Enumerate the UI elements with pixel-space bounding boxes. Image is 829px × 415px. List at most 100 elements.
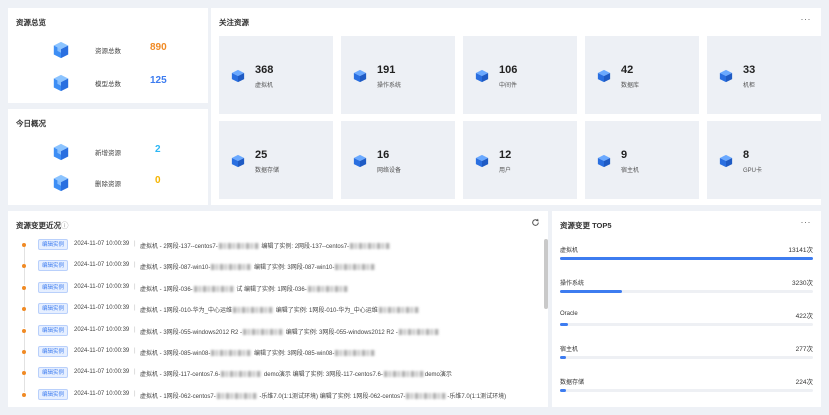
change-tag: 编辑实例: [38, 260, 69, 272]
changes-list: 编辑实例 2024-11-07 10:00:39 | 虚拟机 - 2网段-137--c…: [16, 235, 551, 415]
focus-card: 关注资源 ··· 368 虚拟机 191 操作系统 106 中间件 42 数据库…: [211, 8, 821, 205]
refresh-icon[interactable]: [531, 218, 540, 227]
separator: |: [134, 262, 136, 269]
change-text: 虚拟机 - 3网段-085-win08- 编辑了实例: 3网段-085-win0…: [140, 348, 376, 357]
cube-icon: [597, 154, 611, 168]
resource-count: 12: [499, 149, 512, 161]
top-item[interactable]: 数据存储 224次: [560, 373, 813, 405]
separator: |: [134, 390, 136, 397]
cube-icon: [231, 154, 245, 168]
top-item-track: [560, 389, 813, 392]
top-item-track: [560, 356, 813, 359]
cube-icon: [353, 154, 367, 168]
redacted: [243, 328, 284, 335]
top-item[interactable]: 宿主机 277次: [560, 340, 813, 372]
change-row[interactable]: 编辑实例 2024-11-07 10:00:39 | 虚拟机 - 2网段-137--c…: [16, 235, 551, 264]
change-suffix: demo演示: [424, 372, 452, 379]
cube-icon: [475, 69, 489, 83]
cube-icon: [353, 69, 367, 83]
top-item[interactable]: 操作系统 3230次: [560, 274, 813, 306]
redacted: [350, 243, 391, 249]
separator: |: [134, 347, 136, 354]
redacted: [211, 264, 252, 271]
scrollbar[interactable]: [544, 239, 548, 309]
separator: |: [134, 305, 136, 312]
top-item-track: [560, 323, 813, 326]
change-row[interactable]: 编辑实例 2024-11-07 10:00:39 | 虚拟机 - 3网段-087-wi…: [16, 256, 551, 286]
change-detail: demo演示 编辑了实例: 3网段-117-centos7.6-: [263, 372, 383, 379]
stat-new-resources[interactable]: 新增资源 2: [8, 140, 208, 164]
cube-icon: [52, 143, 70, 161]
resource-tile-host[interactable]: 9 宿主机: [585, 121, 699, 199]
info-icon[interactable]: ⓘ: [61, 221, 69, 230]
resource-tile-middleware[interactable]: 106 中间件: [463, 36, 577, 114]
change-row[interactable]: 编辑实例 2024-11-07 10:00:39 | 虚拟机 - 3网段-085-wi…: [16, 342, 551, 371]
top-item-count: 3230次: [792, 280, 813, 287]
change-row[interactable]: 编辑实例 2024-11-07 10:00:39 | 虚拟机 - 1网段-010-华为…: [16, 299, 551, 329]
stat-label: 资源总数: [95, 48, 121, 55]
redacted: [398, 328, 439, 335]
redacted: [383, 371, 424, 378]
top-item-count: 422次: [795, 313, 813, 320]
change-target: 虚拟机 - 2网段-137--centos7-: [140, 244, 218, 250]
change-row[interactable]: 编辑实例 2024-11-07 10:00:39 | 虚拟机 - 1网段-036- 试…: [16, 278, 551, 307]
cube-icon: [231, 69, 245, 83]
change-suffix: -乐维7.0(1:1测试环境): [447, 393, 507, 400]
stat-deleted-resources[interactable]: 删除资源 0: [8, 171, 208, 195]
resource-tile-users[interactable]: 12 用户: [463, 121, 577, 199]
resource-tile-storage[interactable]: 25 数据存储: [219, 121, 333, 199]
top-item-name: 宿主机: [560, 347, 579, 353]
resource-label: 用户: [499, 168, 512, 174]
separator: |: [134, 369, 136, 376]
top-item-bar: [560, 389, 566, 392]
stat-total-models[interactable]: 模型总数 125: [8, 71, 208, 95]
redacted: [221, 371, 262, 378]
change-target: 虚拟机 - 3网段-085-win08-: [140, 350, 211, 357]
change-detail: 编辑了实例: 2网段-137--centos7-: [261, 244, 350, 250]
change-detail: 编辑了实例: 3网段-055-windows2012 R2 -: [285, 329, 398, 336]
resource-tile-gpu[interactable]: 8 GPU卡: [707, 121, 821, 199]
stat-label: 模型总数: [95, 81, 121, 88]
more-icon[interactable]: ···: [801, 217, 812, 227]
resource-count: 8: [743, 149, 750, 161]
redacted: [307, 285, 348, 292]
today-card: 今日概况 新增资源 2 删除资源 0: [8, 109, 208, 205]
top-item-name: 虚拟机: [560, 248, 579, 254]
change-time: 2024-11-07 10:00:39: [74, 241, 130, 247]
change-detail: 编辑了实例: 3网段-085-win08-: [254, 350, 335, 357]
top-item[interactable]: Oracle 422次: [560, 307, 813, 339]
change-row[interactable]: 编辑实例 2024-11-07 10:00:39 | 虚拟机 - 3网段-117-ce…: [16, 363, 551, 393]
resource-count: 191: [377, 64, 396, 76]
changes-card: 资源变更近况ⓘ 编辑实例 2024-11-07 10:00:39 | 虚拟机 - 2网…: [8, 211, 548, 407]
more-icon[interactable]: ···: [801, 14, 812, 24]
change-tag: 编辑实例: [38, 388, 69, 400]
top-item-name: 数据存储: [560, 380, 585, 386]
change-tag: 编辑实例: [38, 345, 69, 357]
resource-tile-network[interactable]: 16 网络设备: [341, 121, 455, 199]
stat-total-resources[interactable]: 资源总数 890: [8, 38, 208, 62]
top-item[interactable]: 虚拟机 13141次: [560, 241, 813, 273]
cube-icon: [719, 154, 733, 168]
today-title: 今日概况: [16, 119, 46, 128]
resource-label: 网络设备: [377, 168, 402, 174]
top-item-bar: [560, 323, 569, 326]
changes-title: 资源变更近况ⓘ: [16, 220, 69, 231]
stat-label: 删除资源: [95, 181, 121, 188]
separator: |: [134, 326, 136, 333]
top-item-bar: [560, 356, 566, 359]
overview-card: 资源总览 资源总数 890 模型总数 125: [8, 8, 208, 103]
resource-tile-os[interactable]: 191 操作系统: [341, 36, 455, 114]
change-time: 2024-11-07 10:00:39: [74, 262, 130, 269]
change-detail: 编辑了实例: 1网段-010-华为_中心运维: [275, 308, 378, 315]
redacted: [233, 307, 274, 314]
stat-label: 新增资源: [95, 150, 121, 157]
resource-tile-vm[interactable]: 368 虚拟机: [219, 36, 333, 114]
focus-grid: 368 虚拟机 191 操作系统 106 中间件 42 数据库 33 机柜 25…: [219, 36, 821, 199]
resource-count: 106: [499, 64, 518, 76]
top-item-bar: [560, 257, 813, 260]
change-row[interactable]: 编辑实例 2024-11-07 10:00:39 | 虚拟机 - 1网段-062-ce…: [16, 385, 551, 406]
change-tag: 编辑实例: [38, 239, 69, 250]
resource-tile-cabinet[interactable]: 33 机柜: [707, 36, 821, 114]
change-row[interactable]: 编辑实例 2024-11-07 10:00:39 | 虚拟机 - 3网段-055-wi…: [16, 321, 551, 350]
resource-tile-database[interactable]: 42 数据库: [585, 36, 699, 114]
